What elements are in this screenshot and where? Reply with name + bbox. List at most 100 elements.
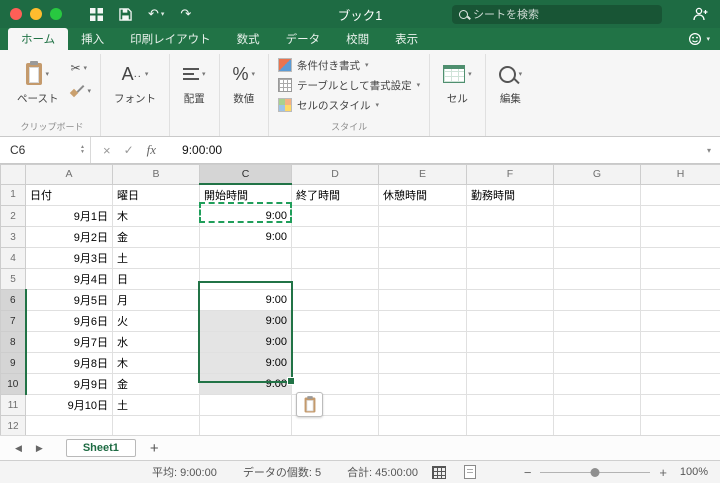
feedback-smiley-icon[interactable] xyxy=(688,32,702,46)
fill-handle[interactable] xyxy=(287,377,295,385)
zoom-slider[interactable] xyxy=(540,467,651,477)
select-all-corner[interactable] xyxy=(0,164,26,185)
cell-F7[interactable] xyxy=(466,310,554,332)
cell-E2[interactable] xyxy=(378,205,467,227)
number-button[interactable]: % ▾ 数値 xyxy=(229,56,260,109)
row-header-10[interactable]: 10 xyxy=(0,373,27,395)
cell-B9[interactable]: 木 xyxy=(112,352,200,374)
cell-D3[interactable] xyxy=(291,226,379,248)
cell-A2[interactable]: 9月1日 xyxy=(25,205,113,227)
cell-B10[interactable]: 金 xyxy=(112,373,200,395)
cell-E12[interactable] xyxy=(378,415,467,435)
paste-options-button[interactable] xyxy=(296,392,323,417)
cell-B8[interactable]: 水 xyxy=(112,331,200,353)
tab-home[interactable]: ホーム xyxy=(8,28,69,50)
normal-view-icon[interactable] xyxy=(432,465,446,479)
cell-D7[interactable] xyxy=(291,310,379,332)
editing-button[interactable]: ▾ 編集 xyxy=(495,56,527,109)
cell-F5[interactable] xyxy=(466,268,554,290)
cell-D9[interactable] xyxy=(291,352,379,374)
cell-B2[interactable]: 木 xyxy=(112,205,200,227)
cell-styles-button[interactable]: セルのスタイル ▾ xyxy=(278,96,379,114)
paste-button[interactable]: ▾ ペースト xyxy=(13,56,62,109)
formula-bar-expand-icon[interactable]: ▾ xyxy=(707,137,720,163)
confirm-entry-button[interactable]: ✓ xyxy=(124,143,134,157)
cell-C3[interactable]: 9:00 xyxy=(199,226,292,248)
cell-B3[interactable]: 金 xyxy=(112,226,200,248)
view-switcher-icon[interactable] xyxy=(90,7,103,21)
add-sheet-button[interactable]: + xyxy=(150,441,159,456)
cell-B11[interactable]: 土 xyxy=(112,394,200,416)
minimize-button[interactable] xyxy=(30,8,42,20)
row-header-4[interactable]: 4 xyxy=(0,247,26,269)
cell-G12[interactable] xyxy=(553,415,641,435)
cell-C2[interactable]: 9:00 xyxy=(199,205,292,227)
cell-F11[interactable] xyxy=(466,394,554,416)
cell-H7[interactable] xyxy=(640,310,720,332)
column-header-C[interactable]: C xyxy=(199,164,292,185)
cell-G2[interactable] xyxy=(553,205,641,227)
undo-button[interactable]: ↶ ▾ xyxy=(148,6,164,22)
tab-insert[interactable]: 挿入 xyxy=(68,28,117,50)
caret-down-icon[interactable]: ▾ xyxy=(706,35,710,43)
cell-C5[interactable] xyxy=(199,268,292,290)
cell-F3[interactable] xyxy=(466,226,554,248)
cell-F8[interactable] xyxy=(466,331,554,353)
redo-button[interactable]: ↷ xyxy=(180,6,191,22)
column-header-D[interactable]: D xyxy=(291,164,379,185)
cell-E4[interactable] xyxy=(378,247,467,269)
save-button[interactable] xyxy=(119,7,132,21)
cell-H12[interactable] xyxy=(640,415,720,435)
cell-D12[interactable] xyxy=(291,415,379,435)
sheet-tab-sheet1[interactable]: Sheet1 xyxy=(65,439,136,457)
zoom-slider-thumb[interactable] xyxy=(590,467,600,477)
row-header-3[interactable]: 3 xyxy=(0,226,26,248)
close-button[interactable] xyxy=(10,8,22,20)
insert-function-button[interactable]: fx xyxy=(147,142,156,158)
cell-D5[interactable] xyxy=(291,268,379,290)
row-header-9[interactable]: 9 xyxy=(0,352,27,374)
cell-C10[interactable]: 9:00 xyxy=(199,373,292,395)
cell-H10[interactable] xyxy=(640,373,720,395)
tab-data[interactable]: データ xyxy=(273,28,334,50)
tab-review[interactable]: 校閲 xyxy=(333,28,382,50)
cell-D4[interactable] xyxy=(291,247,379,269)
row-header-7[interactable]: 7 xyxy=(0,310,27,332)
cell-E6[interactable] xyxy=(378,289,467,311)
cell-D8[interactable] xyxy=(291,331,379,353)
cell-H1[interactable] xyxy=(640,183,720,206)
cell-E10[interactable] xyxy=(378,373,467,395)
row-header-11[interactable]: 11 xyxy=(0,394,26,416)
column-header-F[interactable]: F xyxy=(466,164,554,185)
cell-F1[interactable]: 勤務時間 xyxy=(466,183,554,206)
cell-C9[interactable]: 9:00 xyxy=(199,352,292,374)
cell-B12[interactable] xyxy=(112,415,200,435)
cell-G5[interactable] xyxy=(553,268,641,290)
formula-input[interactable]: 9:00:00 xyxy=(168,137,222,163)
cell-F4[interactable] xyxy=(466,247,554,269)
row-header-8[interactable]: 8 xyxy=(0,331,27,353)
cell-B6[interactable]: 月 xyxy=(112,289,200,311)
cell-A12[interactable] xyxy=(25,415,113,435)
cell-H2[interactable] xyxy=(640,205,720,227)
format-as-table-button[interactable]: テーブルとして書式設定 ▾ xyxy=(278,76,420,94)
cell-B7[interactable]: 火 xyxy=(112,310,200,332)
cell-H6[interactable] xyxy=(640,289,720,311)
row-header-5[interactable]: 5 xyxy=(0,268,26,290)
cell-G1[interactable] xyxy=(553,183,641,206)
conditional-formatting-button[interactable]: 条件付き書式 ▾ xyxy=(278,56,369,74)
row-header-2[interactable]: 2 xyxy=(0,205,26,227)
cell-C7[interactable]: 9:00 xyxy=(199,310,292,332)
format-painter-button[interactable]: ▾ xyxy=(70,84,91,97)
cell-G4[interactable] xyxy=(553,247,641,269)
cell-H5[interactable] xyxy=(640,268,720,290)
column-header-B[interactable]: B xyxy=(112,164,200,185)
cell-F9[interactable] xyxy=(466,352,554,374)
cell-A6[interactable]: 9月5日 xyxy=(25,289,113,311)
column-header-G[interactable]: G xyxy=(553,164,641,185)
column-header-H[interactable]: H xyxy=(640,164,720,185)
prev-sheet-arrow[interactable]: ◀ xyxy=(8,443,29,454)
cells-button[interactable]: ▾ セル xyxy=(439,56,476,109)
cell-H3[interactable] xyxy=(640,226,720,248)
cell-D2[interactable] xyxy=(291,205,379,227)
